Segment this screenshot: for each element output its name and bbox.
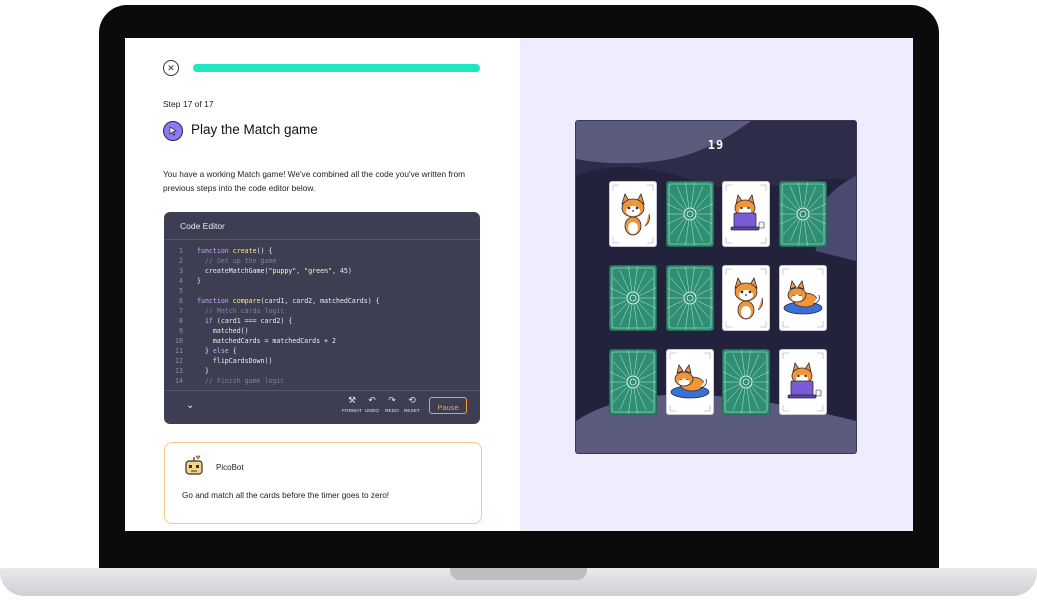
progress-bar xyxy=(193,64,480,72)
code-token: flipCardsDown() xyxy=(197,357,272,365)
cursor-click-icon xyxy=(163,121,183,141)
code-token: matched() xyxy=(197,327,249,335)
line-number: 6 xyxy=(164,296,183,306)
code-token: { xyxy=(229,347,237,355)
code-editor-title: Code Editor xyxy=(164,212,480,240)
close-x-icon[interactable]: ✕ xyxy=(163,60,179,76)
line-number: 5 xyxy=(164,286,183,296)
code-token: } xyxy=(197,277,201,285)
code-line: 12 flipCardsDown() xyxy=(164,356,480,366)
code-token: "puppy" xyxy=(268,267,296,275)
line-number: 7 xyxy=(164,306,183,316)
code-token: compare xyxy=(233,297,261,305)
code-token: function xyxy=(197,297,229,305)
robot-icon xyxy=(183,455,205,477)
code-token: () { xyxy=(257,247,273,255)
card-fox-standing[interactable] xyxy=(722,265,770,331)
picobot-message: Go and match all the cards before the ti… xyxy=(182,491,389,500)
code-token: // Set up the game xyxy=(197,257,276,265)
line-number: 1 xyxy=(164,246,183,256)
card-fox-laptop[interactable] xyxy=(722,181,770,247)
line-number: 2 xyxy=(164,256,183,266)
lesson-pane: ✕ Step 17 of 17 Play the Match game You … xyxy=(125,38,520,531)
code-token: } xyxy=(197,347,213,355)
line-number: 9 xyxy=(164,326,183,336)
card-fox-laptop[interactable] xyxy=(779,349,827,415)
card-face-down[interactable] xyxy=(779,181,827,247)
card-face-down[interactable] xyxy=(609,265,657,331)
reset-button[interactable]: ⟲ RESET xyxy=(400,395,424,413)
code-line: 13 } xyxy=(164,366,480,376)
line-number: 10 xyxy=(164,336,183,346)
code-line: 14 // Finish game logic xyxy=(164,376,480,386)
card-fox-standing[interactable] xyxy=(609,181,657,247)
code-editor: Code Editor 1function create() {2 // Set… xyxy=(164,212,480,424)
chevron-down-icon[interactable]: ⌄ xyxy=(186,400,194,411)
code-token: (card1 === card2) { xyxy=(213,317,292,325)
code-line: 6 function compare(card1, card2, matchedC… xyxy=(164,296,480,306)
reset-icon: ⟲ xyxy=(400,395,424,406)
line-number: 13 xyxy=(164,366,183,376)
editor-toolbar: ⌄ ⚒FORMAT↶UNDO↷REDO⟲RESET Pause xyxy=(164,390,480,424)
match-game-board: 19 xyxy=(575,120,857,454)
card-face-down[interactable] xyxy=(722,349,770,415)
code-line: 7 // Match cards logic xyxy=(164,306,480,316)
line-number: 8 xyxy=(164,316,183,326)
code-line: 11 } else { xyxy=(164,346,480,356)
card-face-down[interactable] xyxy=(666,181,714,247)
code-area[interactable]: 1function create() {2 // Set up the game… xyxy=(164,246,480,386)
code-token: // Match cards logic xyxy=(197,307,284,315)
line-number: 12 xyxy=(164,356,183,366)
code-line: 3 createMatchGame("puppy", "green", 45) xyxy=(164,266,480,276)
code-token: create xyxy=(233,247,257,255)
code-token: createMatchGame( xyxy=(197,267,268,275)
laptop-notch xyxy=(450,568,587,580)
progress-fill xyxy=(193,64,480,72)
code-token: } xyxy=(197,367,209,375)
code-line: 1 function create() { xyxy=(164,246,480,256)
lesson-description: You have a working Match game! We've com… xyxy=(163,167,483,195)
pause-button[interactable]: Pause xyxy=(429,397,467,414)
code-line: 10 matchedCards = matchedCards + 2 xyxy=(164,336,480,346)
code-token: // Finish game logic xyxy=(197,377,284,385)
code-token: "green" xyxy=(304,267,332,275)
code-line: 8 if (card1 === card2) { xyxy=(164,316,480,326)
code-token: matchedCards = matchedCards + 2 xyxy=(197,337,336,345)
tool-label: RESET xyxy=(400,408,424,413)
code-token: else xyxy=(213,347,229,355)
code-token: , 45) xyxy=(332,267,352,275)
card-fox-sleeping[interactable] xyxy=(779,265,827,331)
picobot-panel: PicoBot Go and match all the cards befor… xyxy=(164,442,482,524)
code-token: (card1, card2, matchedCards) { xyxy=(261,297,380,305)
line-number: 4 xyxy=(164,276,183,286)
code-token: if xyxy=(205,317,213,325)
game-timer: 19 xyxy=(576,138,856,152)
line-number: 3 xyxy=(164,266,183,276)
picobot-name: PicoBot xyxy=(216,463,244,472)
code-line: 2 // Set up the game xyxy=(164,256,480,266)
code-line: 5 xyxy=(164,286,480,296)
screen: ✕ Step 17 of 17 Play the Match game You … xyxy=(125,38,913,531)
card-face-down[interactable] xyxy=(609,349,657,415)
line-number: 11 xyxy=(164,346,183,356)
code-token: function xyxy=(197,247,229,255)
card-face-down[interactable] xyxy=(666,265,714,331)
page-title: Play the Match game xyxy=(191,122,318,137)
code-token xyxy=(197,317,205,325)
step-label: Step 17 of 17 xyxy=(163,99,214,109)
line-number: 14 xyxy=(164,376,183,386)
code-line: 9 matched() xyxy=(164,326,480,336)
card-fox-sleeping[interactable] xyxy=(666,349,714,415)
game-pane: 19 xyxy=(520,38,913,531)
code-line: 4} xyxy=(164,276,480,286)
